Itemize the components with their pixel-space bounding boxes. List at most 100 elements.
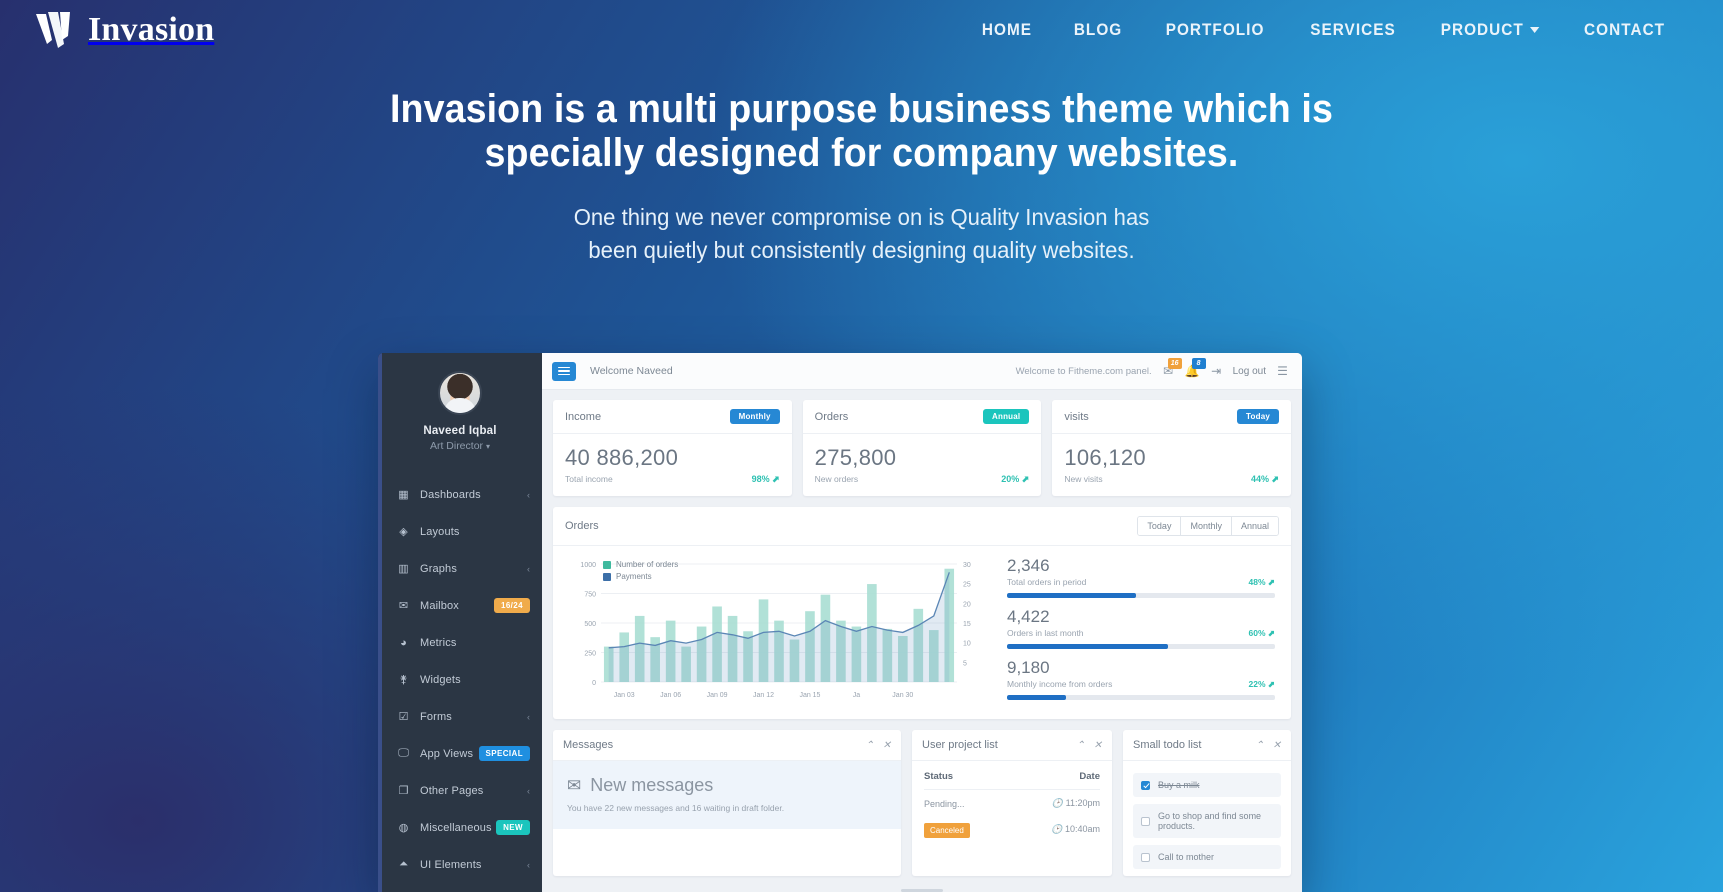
sidebar-user-name: Naveed Iqbal: [423, 425, 497, 437]
close-icon[interactable]: ✕: [883, 740, 891, 751]
sidebar-item-forms[interactable]: ☑ Forms ‹: [378, 698, 542, 735]
nav-item-portfolio[interactable]: PORTFOLIO: [1148, 21, 1282, 40]
layers-icon: ⏶: [399, 858, 408, 870]
avatar: [438, 371, 482, 415]
sidebar-item-app-views[interactable]: 🖵 App Views SPECIAL: [378, 735, 542, 772]
row-date: 🕑 11:20pm: [1052, 798, 1100, 809]
sidebar-user-role-label: Art Director: [429, 440, 484, 452]
kpi-delta-value: 60%: [1248, 628, 1266, 638]
chevron-down-icon: ▾: [486, 442, 491, 451]
stat-card-footer: New visits 44% ⬈: [1052, 471, 1291, 496]
hero-title-line-1: Invasion is a multi purpose business the…: [390, 87, 1333, 131]
todo-panel-body: Buy a milk Go to shop and find some prod…: [1123, 761, 1291, 869]
nav-item-home[interactable]: HOME: [965, 21, 1050, 40]
table-row[interactable]: Canceled 🕑 10:40am: [924, 816, 1100, 842]
checkbox-icon[interactable]: [1141, 816, 1150, 826]
orders-period-segmented-control: Today Monthly Annual: [1137, 516, 1279, 536]
sidebar-item-miscellaneous[interactable]: ◍ Miscellaneous NEW: [378, 809, 542, 846]
chevron-up-icon[interactable]: ⌃: [865, 740, 873, 751]
bar-chart-icon: ▥: [398, 563, 409, 575]
svg-text:Jan 09: Jan 09: [707, 692, 728, 699]
sidebar-user-profile[interactable]: Naveed Iqbal Art Director ▾: [378, 353, 542, 468]
chevron-up-icon[interactable]: ⌃: [1076, 740, 1084, 751]
stat-pill[interactable]: Annual: [983, 409, 1030, 424]
sidebar-item-metrics[interactable]: ◕ Metrics: [378, 624, 542, 661]
brand-logo[interactable]: Invasion: [34, 10, 214, 50]
mail-count-badge: 16: [1167, 358, 1182, 369]
nav-item-contact[interactable]: CONTACT: [1566, 21, 1682, 40]
bell-count-badge: 8: [1191, 358, 1206, 369]
page-title: Invasion is a multi purpose business the…: [52, 87, 1672, 175]
stat-delta-value: 20%: [1001, 474, 1020, 484]
svg-text:250: 250: [584, 651, 596, 658]
stat-pill[interactable]: Today: [1237, 409, 1280, 424]
sidebar-user-role[interactable]: Art Director ▾: [378, 440, 542, 452]
checkbox-icon[interactable]: [1141, 852, 1150, 862]
logout-button[interactable]: Log out: [1233, 366, 1266, 377]
sidebar-item-dashboards[interactable]: ▦ Dashboards ‹: [378, 476, 542, 513]
sidebar-item-layouts[interactable]: ◈ Layouts: [378, 513, 542, 550]
close-icon[interactable]: ✕: [1273, 740, 1281, 751]
sidebar-item-widgets[interactable]: ⚵ Widgets: [378, 661, 542, 698]
svg-text:Jan 03: Jan 03: [614, 692, 635, 699]
chevron-up-icon[interactable]: ⌃: [1255, 740, 1263, 751]
envelope-icon[interactable]: ✉ 16: [1161, 358, 1182, 378]
kpi-delta: 22% ⬈: [1248, 679, 1276, 689]
kpi-row: Orders in last month 60% ⬈: [1007, 628, 1275, 639]
grid-icon: ▦: [398, 489, 409, 501]
kpi-delta: 48% ⬈: [1248, 577, 1276, 587]
orders-chart: 0 250 500 750 1000 5 10 15 20 25 30 Jan 03 Jan 06 Jan…: [561, 554, 991, 704]
sidebar-item-graphs[interactable]: ▥ Graphs ‹: [378, 550, 542, 587]
nav-item-blog[interactable]: BLOG: [1057, 21, 1141, 40]
nav-item-product[interactable]: PRODUCT: [1423, 21, 1557, 40]
nav-label: PRODUCT: [1440, 20, 1524, 39]
svg-text:Jan 12: Jan 12: [753, 692, 774, 699]
todo-panel-header: Small todo list ⌃ ✕: [1123, 730, 1291, 761]
svg-text:30: 30: [963, 562, 971, 569]
dashboard-sidebar: Naveed Iqbal Art Director ▾ ▦ Dashboards …: [378, 353, 542, 892]
todo-text: Go to shop and find some products.: [1158, 811, 1262, 831]
sidebar-item-label: Widgets: [420, 673, 461, 686]
dashboard-body: Income Monthly 40 886,200 Total income 9…: [542, 390, 1302, 892]
orders-kpi-column: 2,346 Total orders in period 48% ⬈ 4,422…: [991, 554, 1283, 709]
stat-title: Income: [565, 410, 602, 423]
pages-icon: ❐: [398, 785, 409, 797]
nav-label: HOME: [982, 20, 1033, 39]
hamburger-icon[interactable]: [552, 361, 576, 381]
sidebar-item-mailbox[interactable]: ✉ Mailbox 16/24: [378, 587, 542, 624]
list-item[interactable]: Go to shop and find some products.: [1133, 804, 1281, 838]
monitor-icon: 🖵: [398, 747, 409, 759]
stat-card-orders: Orders Annual 275,800 New orders 20% ⬈: [802, 400, 1042, 496]
sidebar-item-grid-options[interactable]: ▤ Grid options: [378, 883, 542, 892]
messages-panel-body: ✉ New messages You have 22 new messages …: [553, 761, 901, 829]
stat-delta: 98% ⬈: [751, 474, 780, 484]
segment-today[interactable]: Today: [1138, 517, 1182, 535]
hero-sub-line-1: One thing we never compromise on is Qual…: [573, 204, 1150, 231]
segment-annual[interactable]: Annual: [1231, 517, 1278, 535]
hero-title-line-2: specially designed for company websites.: [484, 130, 1239, 175]
table-row[interactable]: Pending... 🕑 11:20pm: [924, 790, 1100, 816]
checkbox-checked-icon[interactable]: [1141, 780, 1150, 790]
stat-card-income: Income Monthly 40 886,200 Total income 9…: [553, 400, 792, 496]
logout-arrow-icon[interactable]: ⇥: [1209, 364, 1224, 378]
stat-pill[interactable]: Monthly: [729, 409, 780, 424]
segment-monthly[interactable]: Monthly: [1181, 517, 1232, 535]
sidebar-item-label: Metrics: [420, 636, 457, 649]
legend-entry-payments: Payments: [603, 572, 678, 581]
close-icon[interactable]: ✕: [1094, 740, 1102, 751]
stat-cards-row: Income Monthly 40 886,200 Total income 9…: [553, 400, 1292, 496]
sidebar-item-other-pages[interactable]: ❐ Other Pages ‹: [378, 772, 542, 809]
messages-heading: ✉ New messages: [567, 775, 887, 796]
list-item[interactable]: Buy a milk: [1133, 773, 1281, 797]
bell-icon[interactable]: 🔔 8: [1185, 358, 1206, 378]
sidebar-item-ui-elements[interactable]: ⏶ UI Elements ‹: [378, 846, 542, 883]
kpi-row: Monthly income from orders 22% ⬈: [1007, 679, 1275, 690]
list-settings-icon[interactable]: ☰: [1275, 364, 1290, 378]
nav-item-services[interactable]: SERVICES: [1292, 21, 1413, 40]
list-item[interactable]: Call to mother: [1133, 845, 1281, 869]
stat-card-header: visits Today: [1052, 400, 1292, 434]
stat-caption: New visits: [1064, 474, 1103, 484]
chevron-left-icon: ‹: [527, 489, 530, 500]
legend-entry-orders: Number of orders: [603, 560, 678, 569]
svg-text:5: 5: [963, 660, 967, 667]
